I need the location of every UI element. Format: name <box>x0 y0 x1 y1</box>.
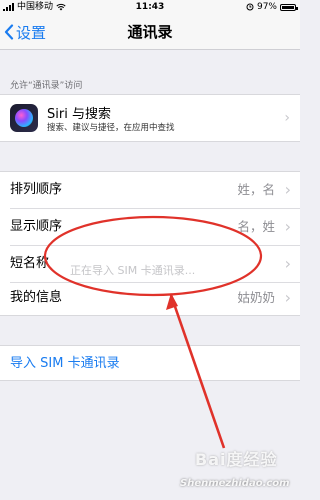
chevron-right-icon: › <box>284 110 290 126</box>
navigation-bar: 设置 通讯录 <box>0 14 300 50</box>
battery-percent: 97% <box>256 2 277 12</box>
row-value: 姓，名 <box>237 182 275 197</box>
watermark-logo: Bai度经验 <box>195 450 278 469</box>
back-button-label: 设置 <box>16 23 47 42</box>
chevron-right-icon: › <box>284 254 291 273</box>
status-right: 97% <box>246 0 298 14</box>
chevron-left-icon <box>4 24 14 40</box>
row-label: 排列顺序 <box>10 182 63 197</box>
watermark-url: Shenmezhidao.com <box>180 478 290 489</box>
section-header-access: 允许“通讯录”访问 <box>10 81 83 91</box>
battery-icon <box>280 3 298 11</box>
row-label: 我的信息 <box>10 290 63 305</box>
importing-status-text: 正在导入 SIM 卡通讯录... <box>70 264 196 277</box>
siri-icon <box>10 104 38 132</box>
row-value: 名，姓 <box>237 219 275 234</box>
contacts-settings-group: 排列顺序 姓，名 › 显示顺序 名，姓 › 短名称 › 我的信息 姑奶奶 › <box>0 171 300 316</box>
row-label: 短名称 <box>10 256 50 271</box>
status-bar: 中国移动 11:43 97% <box>0 0 300 14</box>
my-info-row[interactable]: 我的信息 姑奶奶 › <box>0 280 300 316</box>
chevron-right-icon: › <box>284 180 291 199</box>
row-value: 姑奶奶 <box>237 290 275 305</box>
alarm-lock-icon <box>246 3 254 11</box>
chevron-right-icon: › <box>284 288 291 307</box>
import-sim-button[interactable]: 导入 SIM 卡通讯录 <box>10 346 120 382</box>
siri-search-row[interactable]: Siri 与搜索 搜索、建议与捷径，在应用中查找 › <box>0 94 300 142</box>
sort-order-row[interactable]: 排列顺序 姓，名 › <box>0 172 300 208</box>
back-button[interactable]: 设置 <box>4 14 46 50</box>
display-order-row[interactable]: 显示顺序 名，姓 › <box>0 209 300 245</box>
siri-subtitle: 搜索、建议与捷径，在应用中查找 <box>47 123 175 133</box>
row-label: 显示顺序 <box>10 219 63 234</box>
import-sim-row[interactable]: 导入 SIM 卡通讯录 <box>0 345 300 381</box>
siri-title: Siri 与搜索 <box>47 107 111 122</box>
chevron-right-icon: › <box>284 217 291 236</box>
